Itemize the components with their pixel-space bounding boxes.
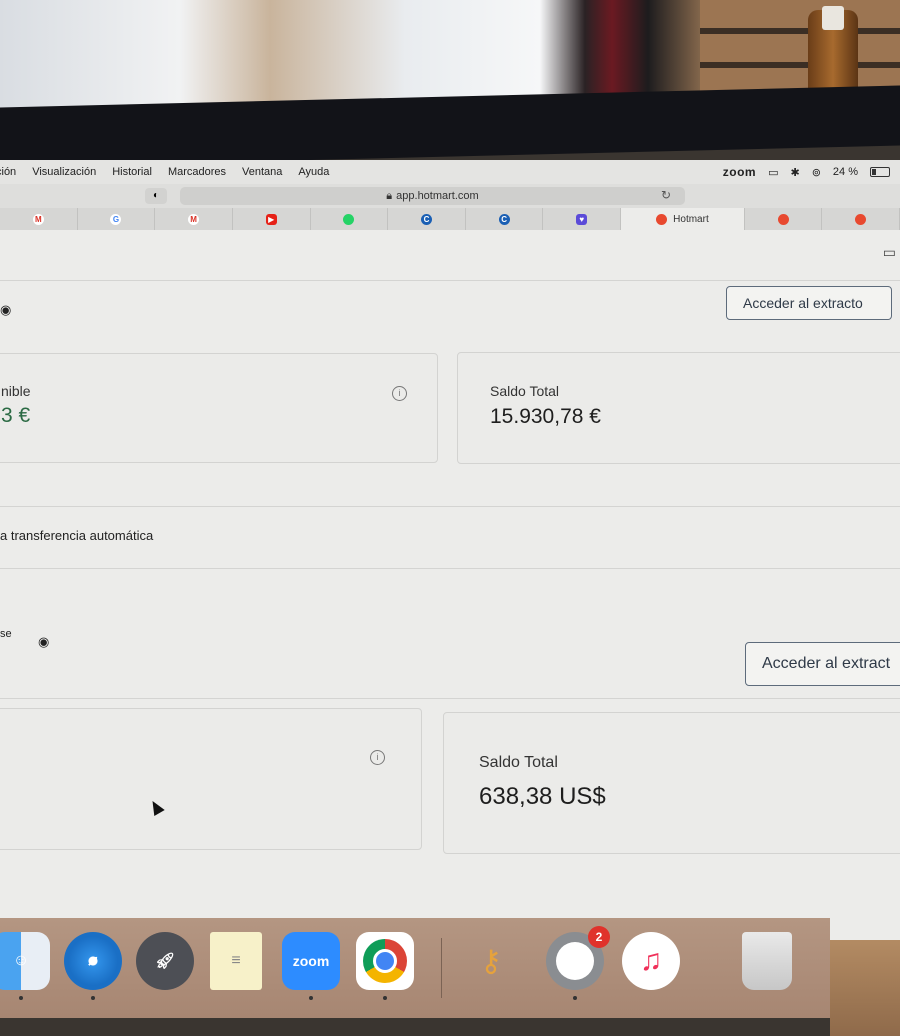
message-icon[interactable]: ▭ [883,244,896,261]
total-balance-card-eur: Saldo Total 15.930,78 € [457,352,900,464]
tab-hotmart-label: Hotmart [673,213,709,225]
whatsapp-icon [343,213,355,225]
tab-c-app[interactable]: C [388,208,466,230]
total-balance-value: 638,38 US$ [479,783,606,810]
usd-section-header-fragment: se [0,628,12,640]
divider [0,506,900,507]
address-bar[interactable]: 🔒︎ app.hotmart.com ↻ [180,187,685,205]
music-icon[interactable]: ♫ [622,932,680,990]
tab-hotmart-3[interactable] [822,208,900,230]
eye-icon[interactable]: ◉ [0,302,11,318]
tab-c-app-2[interactable]: C [466,208,544,230]
chrome-icon[interactable] [356,932,414,1000]
zoom-app-icon[interactable]: zoom [282,932,340,1000]
page-content: ▭ ◉ Acceder al extracto nible 3 € i Sald… [0,230,900,960]
info-icon[interactable]: i [392,386,407,401]
creative-cloud-icon[interactable]: ⊚ [812,166,821,179]
available-balance-card-usd: i [0,708,422,850]
running-indicator [91,996,95,1000]
eye-icon[interactable]: ◉ [38,634,49,650]
access-extract-button-usd[interactable]: Acceder al extract [745,642,900,686]
available-balance-card-eur: nible 3 € i [0,353,438,463]
total-balance-label: Saldo Total [479,754,558,771]
chat-icon: ♥ [576,213,588,225]
total-balance-value: 15.930,78 € [490,405,601,428]
tab-gmail-2[interactable]: M [155,208,233,230]
tab-strip: M G M ▶ C C ♥ Hotmart [0,208,900,230]
menu-bar: ción Visualización Historial Marcadores … [0,160,900,184]
battery-percentage: 24 % [832,166,858,178]
safari-icon[interactable]: ➚ [64,932,122,1000]
total-balance-label: Saldo Total [490,383,560,399]
available-balance-label: nible [1,383,31,399]
menu-item-edicion[interactable]: ción [0,166,16,178]
running-indicator [573,996,577,1000]
launchpad-icon[interactable]: 🚀︎ [136,932,194,990]
chrome-logo [363,939,407,983]
wooden-table [830,940,900,1036]
tab-gmail[interactable]: M [0,208,78,230]
hotmart-icon [656,213,668,225]
notification-badge: 2 [588,926,610,948]
divider [0,698,900,699]
finder-icon[interactable]: ☺ [0,932,50,1000]
whatsapp-app-icon[interactable]: 2 [546,926,610,1000]
total-balance-card-usd: Saldo Total 638,38 US$ [443,712,900,854]
gmail-icon: M [188,213,200,225]
auto-transfer-text: a transferencia automática [0,528,154,543]
dock: ☺ ➚ 🚀︎ ≡ zoom ⚷ 2 ♫ [0,918,830,1018]
tab-google[interactable]: G [78,208,156,230]
hotmart-icon [777,213,789,225]
zoom-status-icon[interactable]: zoom [723,165,756,179]
google-icon: G [110,213,122,225]
running-indicator [19,996,23,1000]
menu-item-visualizacion[interactable]: Visualización [32,166,96,178]
menu-item-marcadores[interactable]: Marcadores [168,166,226,178]
youtube-icon: ▶ [265,213,277,225]
dock-separator [441,938,442,998]
privacy-shield-icon[interactable]: ◐ [145,188,167,204]
zoom-app-label: zoom [292,953,330,969]
gmail-icon: M [32,213,44,225]
chrome-logo-center [373,949,397,973]
menu-item-ventana[interactable]: Ventana [242,166,282,178]
trash-icon[interactable] [742,932,792,990]
whatsapp-logo [556,942,594,980]
menu-item-historial[interactable]: Historial [112,166,152,178]
access-extract-button-eur[interactable]: Acceder al extracto [726,286,892,320]
tab-youtube[interactable]: ▶ [233,208,311,230]
menu-item-ayuda[interactable]: Ayuda [298,166,329,178]
browser-toolbar: ◐ 🔒︎ app.hotmart.com ↻ [0,184,900,208]
available-balance-value: 3 € [1,404,31,427]
lock-icon: 🔒︎ [386,189,393,202]
tab-hotmart[interactable]: Hotmart [621,208,745,230]
airplay-icon[interactable]: ▭ [768,166,778,179]
divider [0,280,900,281]
running-indicator [383,996,387,1000]
info-icon[interactable]: i [370,750,385,765]
hotmart-icon [855,213,867,225]
c-app-icon: C [421,213,433,225]
running-indicator [309,996,313,1000]
c-app-icon: C [498,213,510,225]
notes-icon[interactable]: ≡ [210,932,262,990]
bluetooth-icon[interactable]: ✱ [790,166,799,179]
tab-whatsapp[interactable] [311,208,389,230]
laptop-screen: ción Visualización Historial Marcadores … [0,160,900,960]
reload-icon[interactable]: ↻ [661,188,671,202]
url-text: app.hotmart.com [396,190,479,202]
tab-chat[interactable]: ♥ [543,208,622,230]
keychain-icon[interactable]: ⚷ [462,932,520,990]
divider [0,568,900,569]
battery-icon[interactable] [870,167,890,177]
tab-hotmart-2[interactable] [745,208,823,230]
